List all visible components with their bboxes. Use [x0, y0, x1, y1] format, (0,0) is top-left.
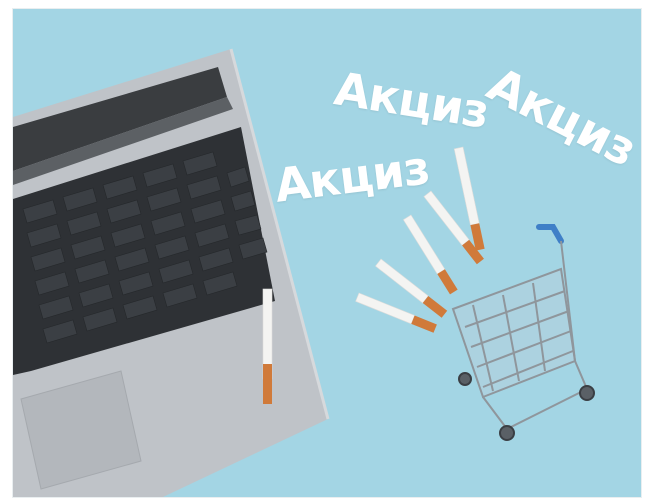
- photo: Акциз Акциз Акциз: [12, 8, 642, 498]
- cigarette-on-laptop: [262, 288, 273, 404]
